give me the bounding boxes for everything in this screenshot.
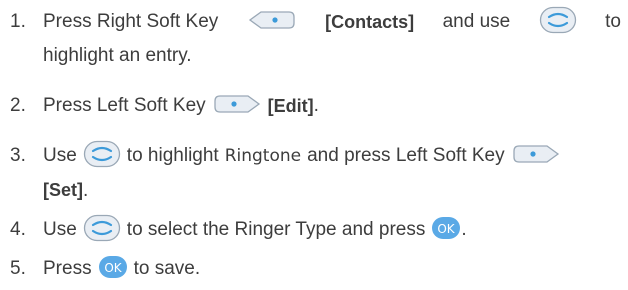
step-body: Use to highlight Ringtone and press Left… bbox=[43, 139, 628, 207]
step-text: . bbox=[83, 180, 89, 201]
step-number: 2. bbox=[10, 95, 26, 116]
step-text: Use bbox=[43, 219, 77, 240]
ringtone-label: Ringtone bbox=[224, 146, 302, 166]
navigation-key-icon bbox=[539, 6, 577, 34]
step-body: Press Right Soft Key [Contacts] and use bbox=[43, 5, 628, 73]
left-soft-key-icon bbox=[511, 143, 561, 165]
svg-text:OK: OK bbox=[104, 261, 122, 275]
step-text: Press Right Soft Key bbox=[43, 11, 219, 32]
step-text: to save. bbox=[133, 258, 201, 279]
step-text: Press Left Soft Key bbox=[43, 95, 206, 116]
instruction-steps: 1. Press Right Soft Key [Contacts] and u… bbox=[0, 0, 628, 290]
step-number: 5. bbox=[10, 258, 26, 279]
step-text: and use bbox=[442, 11, 511, 32]
set-label: [Set] bbox=[43, 180, 83, 200]
left-soft-key-icon bbox=[212, 93, 262, 115]
step-number: 4. bbox=[10, 219, 26, 240]
step-body: Press Left Soft Key [Edit] . bbox=[43, 89, 628, 123]
step-body: Use to select the Ringer Type and press … bbox=[43, 213, 628, 247]
step-number: 3. bbox=[10, 145, 26, 166]
step-text: to bbox=[605, 11, 621, 32]
navigation-key-icon bbox=[83, 140, 121, 168]
step-text: and press Left Soft Key bbox=[307, 145, 505, 166]
step-body: Press OK to save. bbox=[43, 252, 628, 286]
ok-key-icon: OK bbox=[98, 254, 128, 280]
step-text: . bbox=[461, 219, 467, 240]
step-text: . bbox=[313, 95, 319, 116]
svg-text:OK: OK bbox=[438, 222, 456, 236]
edit-label: [Edit] bbox=[267, 96, 314, 116]
step-text: Use bbox=[43, 145, 77, 166]
navigation-key-icon bbox=[83, 214, 121, 242]
step-text: to highlight bbox=[126, 145, 219, 166]
step-text: to select the Ringer Type and press bbox=[126, 219, 426, 240]
ok-key-icon: OK bbox=[431, 215, 461, 241]
right-soft-key-icon bbox=[247, 9, 297, 31]
step-text: highlight an entry. bbox=[43, 45, 192, 66]
step-text: Press bbox=[43, 258, 92, 279]
contacts-label: [Contacts] bbox=[325, 12, 415, 32]
step-number: 1. bbox=[10, 11, 26, 32]
